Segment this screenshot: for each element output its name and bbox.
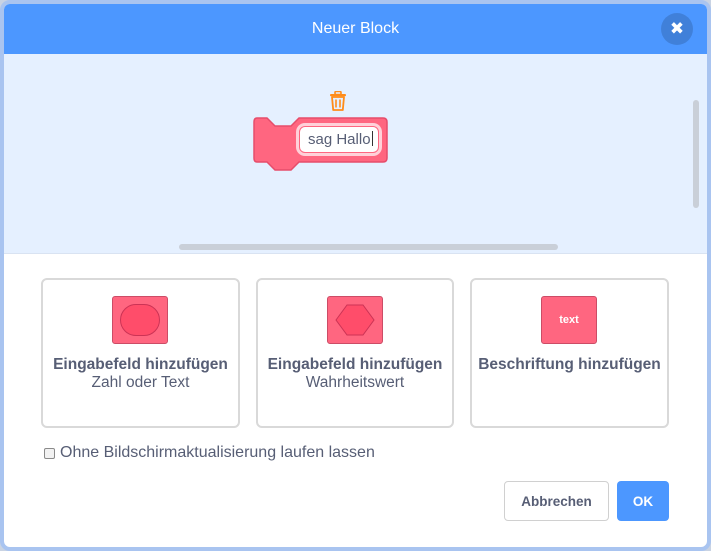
dialog-title: Neuer Block: [311, 20, 400, 37]
cancel-button[interactable]: Abbrechen: [504, 481, 609, 521]
ok-button[interactable]: OK: [617, 481, 669, 521]
run-without-refresh-checkbox[interactable]: [44, 447, 55, 459]
option-title: Beschriftung hinzufügen: [478, 356, 661, 373]
text-caret: [371, 131, 373, 146]
new-block-dialog: Neuer Block ✖ sag Hallo Eingabefeld hinz…: [0, 0, 711, 551]
add-boolean-input-button[interactable]: Eingabefeld hinzufügen Wahrheitswert: [256, 278, 454, 428]
number-text-input-icon: [112, 296, 168, 344]
vertical-scrollbar[interactable]: [693, 100, 699, 208]
close-button[interactable]: ✖: [661, 13, 693, 45]
horizontal-scrollbar[interactable]: [179, 244, 558, 250]
run-without-refresh-label: Ohne Bildschirmaktualisierung laufen las…: [60, 444, 375, 461]
option-title: Eingabefeld hinzufügen: [53, 356, 228, 373]
run-without-refresh-row[interactable]: Ohne Bildschirmaktualisierung laufen las…: [44, 444, 375, 462]
label-icon-text: text: [559, 314, 579, 326]
close-icon: ✖: [669, 19, 685, 38]
label-text-icon: text: [541, 296, 597, 344]
option-subtitle: Zahl oder Text: [91, 374, 190, 391]
boolean-input-icon: [327, 296, 383, 344]
add-label-button[interactable]: text Beschriftung hinzufügen: [470, 278, 669, 428]
block-preview-workspace[interactable]: sag Hallo: [4, 54, 707, 254]
add-number-text-input-button[interactable]: Eingabefeld hinzufügen Zahl oder Text: [41, 278, 240, 428]
option-subtitle: Wahrheitswert: [305, 374, 405, 391]
block-name-input[interactable]: sag Hallo: [299, 126, 379, 153]
trash-icon[interactable]: [329, 91, 347, 111]
option-title: Eingabefeld hinzufügen: [267, 356, 443, 373]
block-name-text: sag Hallo: [308, 131, 371, 148]
dialog-header: Neuer Block ✖: [4, 4, 707, 54]
